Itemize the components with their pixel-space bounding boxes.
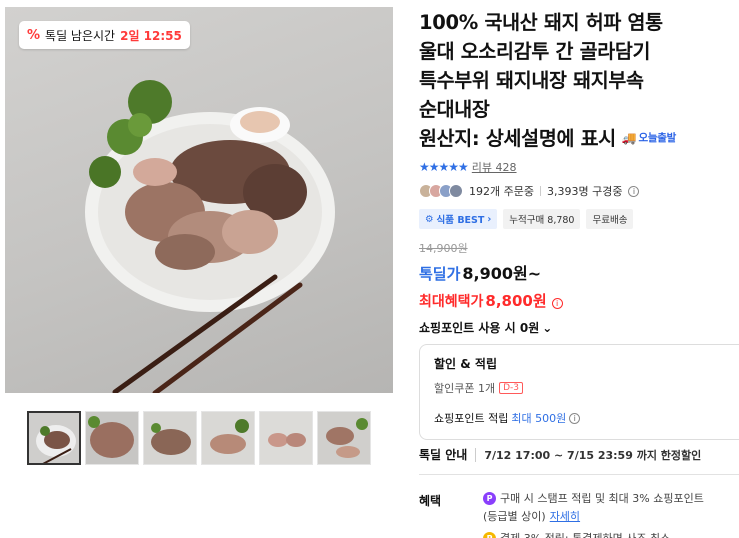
product-main-image[interactable]: % 톡딜 남은시간 2일 12:55 [5,7,393,393]
product-tags: ⚙ 식품 BEST › 누적구매 8,780 무료배송 [419,209,739,229]
max-benefit-label: 최대혜택가 [419,294,484,310]
product-title-origin: 원산지: 상세설명에 표시 🚚 오늘출발 [419,124,739,153]
sale-price: 8,900원~ [462,264,542,283]
thumbnail-strip [27,411,371,465]
perk-line-1: P 구매 시 스탬프 적립 및 최대 3% 쇼핑포인트 [483,490,704,506]
info-icon[interactable]: i [551,298,563,309]
info-icon[interactable]: i [569,412,581,424]
buyer-avatars [419,184,463,198]
thumbnail-5[interactable] [259,411,313,465]
deal-info-label: 톡딜 안내 [419,448,468,462]
best-tag[interactable]: ⚙ 식품 BEST › [419,209,498,229]
sale-price-label: 톡딜가 [419,265,461,283]
delivery-badge-label: 오늘출발 [638,132,677,144]
original-price: 14,900원 [419,242,468,255]
today-delivery-badge: 🚚 오늘출발 [622,124,676,153]
section-divider [419,474,739,475]
coupon-row: 할인쿠폰 1개 D-3 [434,380,734,396]
max-benefit-row: 최대혜택가 8,800원 i [419,290,739,311]
max-benefit-price: 8,800원 [485,292,547,310]
avatar [449,184,463,198]
thumbnail-4[interactable] [201,411,255,465]
points-use-dropdown[interactable]: 쇼핑포인트 사용 시 0원 ⌄ [419,319,739,336]
perk-line-3-text: 결제 3% 적립: 톡결제하면 사조 최소... [500,530,681,538]
free-shipping-tag: 무료배송 [586,209,634,229]
origin-text: 원산지: 상세설명에 표시 [419,127,616,150]
buy-count: 3,393명 구경중 [546,185,623,198]
percent-icon: % [27,27,41,43]
chevron-down-icon: ⌄ [542,320,553,335]
perk-line-2-text: (등급별 상이) [483,510,546,523]
sale-price-row: 톡딜가 8,900원~ [419,260,739,284]
info-icon[interactable]: i [628,185,640,197]
thumbnail-1[interactable] [27,411,81,465]
point-label: 쇼핑포인트 적립 [434,412,509,425]
coupon-dday-badge: D-3 [499,382,524,394]
deal-info-row: 톡딜 안내 7/12 17:00 ~ 7/15 23:59 까지 한정할인 [419,446,701,463]
best-tag-label: 식품 BEST [436,215,485,226]
food-photo [85,80,335,393]
p-point-icon: P [483,491,496,505]
pay-point-icon: P [483,531,496,538]
rating-row: ★★★★★ 리뷰 428 [419,159,739,175]
perk-line-2: (등급별 상이) 자세히 [483,508,580,524]
gear-icon: ⚙ [425,213,434,225]
timer-label: 톡딜 남은시간 [45,28,116,43]
perks-label: 혜택 [419,494,442,508]
perk-line-3: P 결제 3% 적립: 톡결제하면 사조 최소... [483,530,681,538]
divider [539,186,541,196]
points-use-label: 쇼핑포인트 사용 시 0원 [419,321,540,335]
cumulative-tag: 누적구매 8,780 [503,209,581,229]
review-link[interactable]: 리뷰 428 [472,159,517,175]
detail-link[interactable]: 자세히 [550,508,580,524]
star-rating-icon: ★★★★★ [419,160,469,174]
deal-period: 7/12 17:00 ~ 7/15 23:59 까지 한정할인 [484,448,702,462]
point-row: 쇼핑포인트 적립 최대 500원 i [434,410,734,426]
divider [475,447,477,462]
order-count: 192개 주문중 [469,185,534,198]
timer-countdown: 2일 12:55 [120,28,182,43]
coupon-label: 할인쿠폰 1개 [434,382,496,395]
perk-line-1-text: 구매 시 스탬프 적립 및 최대 3% 쇼핑포인트 [500,492,704,505]
social-proof: 192개 주문중 3,393명 구경중 i [419,181,739,201]
thumbnail-6[interactable] [317,411,371,465]
point-value: 최대 500원 [511,412,567,425]
benefit-title: 할인 & 적립 [434,357,497,371]
discount-benefit-box: 할인 & 적립 할인쿠폰 1개 D-3 쇼핑포인트 적립 최대 500원 i [419,344,739,440]
deal-timer-badge: % 톡딜 남은시간 2일 12:55 [19,21,190,49]
product-info: 100% 국내산 돼지 허파 염통 울대 오소리감투 간 골라담기 특수부위 돼… [419,8,739,440]
truck-icon: 🚚 [621,131,637,145]
thumbnail-3[interactable] [143,411,197,465]
product-title: 100% 국내산 돼지 허파 염통 울대 오소리감투 간 골라담기 특수부위 돼… [419,11,663,121]
chevron-right-icon: › [487,213,492,225]
thumbnail-2[interactable] [85,411,139,465]
